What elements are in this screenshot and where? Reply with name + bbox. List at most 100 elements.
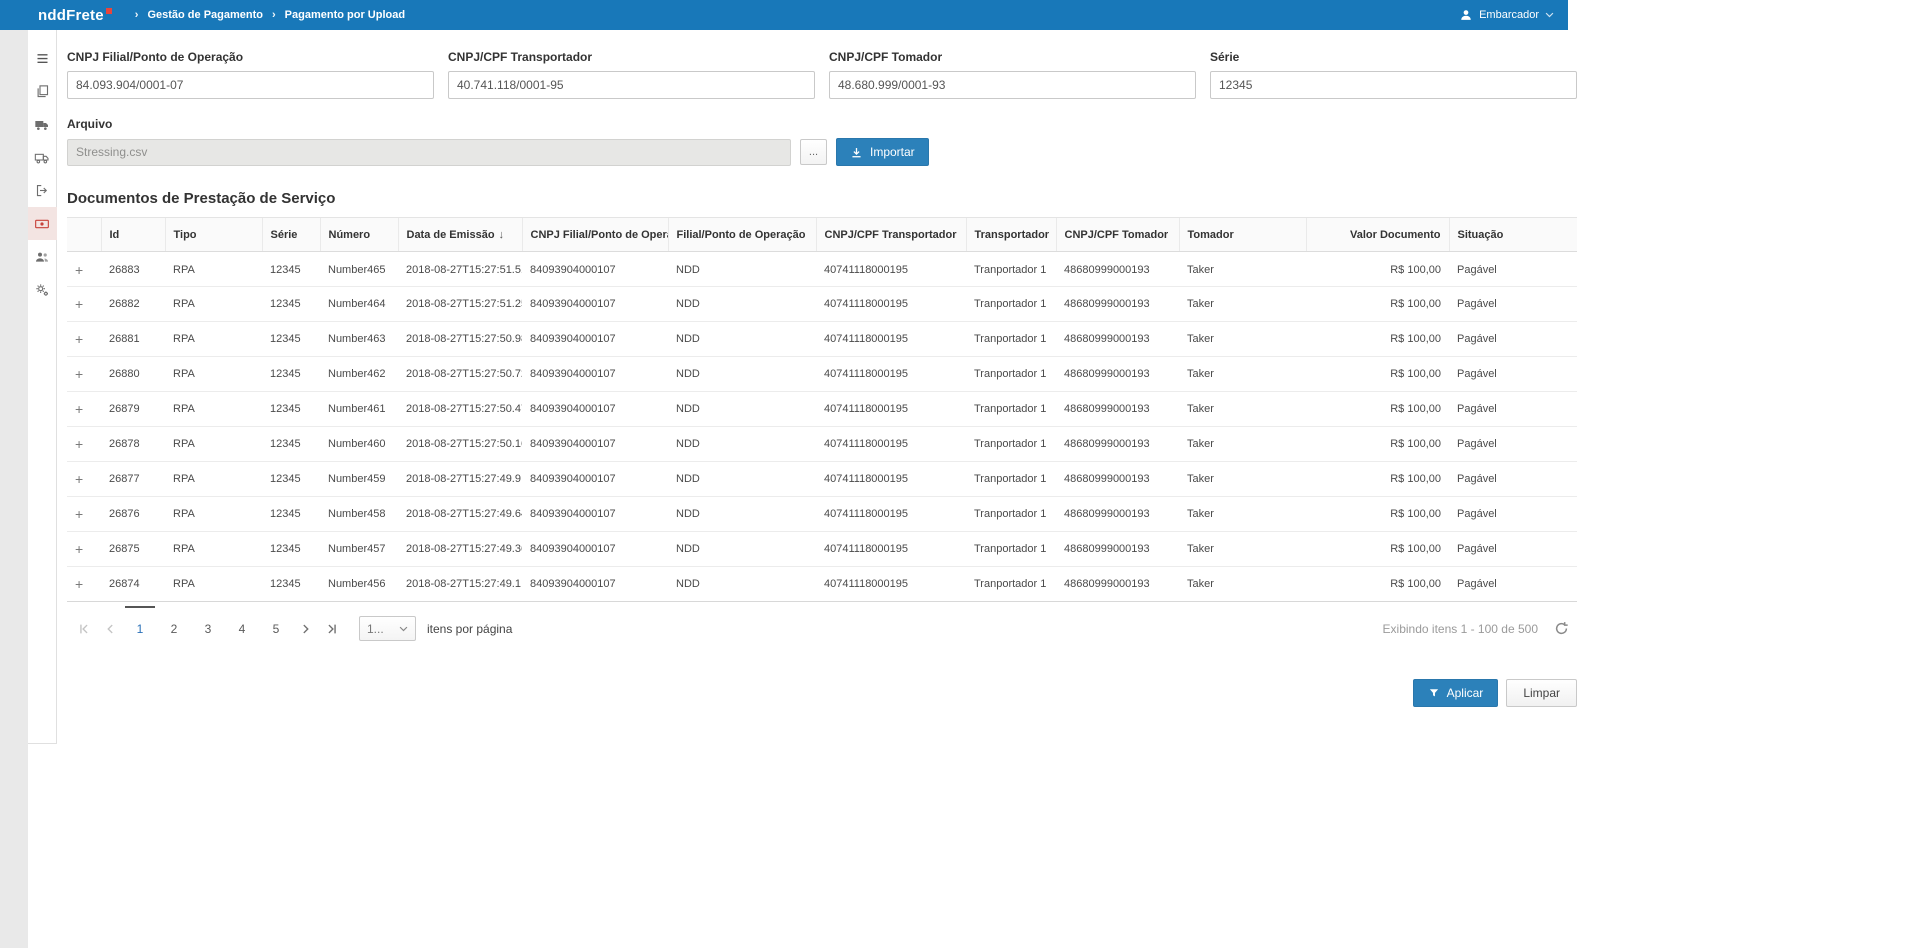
cell-tomador: Taker bbox=[1179, 322, 1306, 357]
page-button-5[interactable]: 5 bbox=[263, 618, 289, 640]
cell-cnpjTransportador: 40741118000195 bbox=[816, 427, 966, 462]
column-header[interactable]: Transportador bbox=[966, 218, 1056, 252]
cell-emissao: 2018-08-27T15:27:49.36 bbox=[398, 532, 522, 567]
refresh-button[interactable] bbox=[1554, 621, 1569, 636]
pager-next-button[interactable] bbox=[293, 618, 319, 640]
column-header[interactable]: CNPJ/CPF Tomador bbox=[1056, 218, 1179, 252]
cell-cnpjTransportador: 40741118000195 bbox=[816, 252, 966, 287]
page-button-4[interactable]: 4 bbox=[229, 618, 255, 640]
cell-transportador: Tranportador 1 bbox=[966, 287, 1056, 322]
page-button-2[interactable]: 2 bbox=[161, 618, 187, 640]
cnpj-filial-input[interactable] bbox=[67, 71, 434, 99]
expand-row-button[interactable]: + bbox=[75, 331, 83, 347]
page-size-value: 1... bbox=[367, 622, 384, 636]
filter-fields: CNPJ Filial/Ponto de Operação CNPJ/CPF T… bbox=[67, 50, 1577, 99]
expand-row-button[interactable]: + bbox=[75, 541, 83, 557]
cell-emissao: 2018-08-27T15:27:51.517 bbox=[398, 252, 522, 287]
expand-row-button[interactable]: + bbox=[75, 262, 83, 278]
column-header[interactable]: Tipo bbox=[165, 218, 262, 252]
cell-valor: R$ 100,00 bbox=[1306, 427, 1449, 462]
cnpj-transportador-label: CNPJ/CPF Transportador bbox=[448, 50, 815, 64]
page-size-select[interactable]: 1... bbox=[359, 616, 416, 641]
expand-row-button[interactable]: + bbox=[75, 576, 83, 592]
chevron-left-icon bbox=[103, 622, 117, 636]
pager-status: Exibindo itens 1 - 100 de 500 bbox=[1383, 622, 1538, 636]
cell-cnpjTomador: 48680999000193 bbox=[1056, 392, 1179, 427]
pager-last-button[interactable] bbox=[319, 618, 345, 640]
cell-tomador: Taker bbox=[1179, 532, 1306, 567]
page-button-3[interactable]: 3 bbox=[195, 618, 221, 640]
cell-tomador: Taker bbox=[1179, 497, 1306, 532]
sidebar-item-truck[interactable] bbox=[28, 108, 57, 141]
pager-prev-button[interactable] bbox=[97, 618, 123, 640]
sidebar-item-signout[interactable] bbox=[28, 174, 57, 207]
cell-valor: R$ 100,00 bbox=[1306, 252, 1449, 287]
documents-icon bbox=[35, 84, 50, 99]
breadcrumb-item-gestao[interactable]: Gestão de Pagamento bbox=[126, 9, 263, 21]
column-header[interactable]: Tomador bbox=[1179, 218, 1306, 252]
expand-row-button[interactable]: + bbox=[75, 471, 83, 487]
arquivo-label: Arquivo bbox=[67, 117, 1577, 131]
sidebar-item-delivery[interactable] bbox=[28, 141, 57, 174]
cell-tomador: Taker bbox=[1179, 392, 1306, 427]
sidebar-item-users[interactable] bbox=[28, 240, 57, 273]
cell-tipo: RPA bbox=[165, 252, 262, 287]
cell-numero: Number460 bbox=[320, 427, 398, 462]
cell-numero: Number464 bbox=[320, 287, 398, 322]
cell-emissao: 2018-08-27T15:27:50.983 bbox=[398, 322, 522, 357]
cnpj-transportador-input[interactable] bbox=[448, 71, 815, 99]
clear-button[interactable]: Limpar bbox=[1506, 679, 1577, 707]
cnpj-tomador-input[interactable] bbox=[829, 71, 1196, 99]
app-logo[interactable]: nddFrete bbox=[38, 7, 112, 24]
sidebar-item-settings[interactable] bbox=[28, 273, 57, 306]
pager-first-button[interactable] bbox=[71, 618, 97, 640]
cell-valor: R$ 100,00 bbox=[1306, 322, 1449, 357]
column-header[interactable]: Valor Documento bbox=[1306, 218, 1449, 252]
arquivo-input[interactable] bbox=[67, 139, 791, 166]
serie-input[interactable] bbox=[1210, 71, 1577, 99]
column-header[interactable]: Id bbox=[101, 218, 165, 252]
cell-tomador: Taker bbox=[1179, 567, 1306, 602]
expand-row-button[interactable]: + bbox=[75, 436, 83, 452]
cell-cnpjFilial: 84093904000107 bbox=[522, 252, 668, 287]
expand-row-button[interactable]: + bbox=[75, 296, 83, 312]
column-header[interactable]: Data de Emissão↓ bbox=[398, 218, 522, 252]
cell-cnpjTomador: 48680999000193 bbox=[1056, 462, 1179, 497]
cell-emissao: 2018-08-27T15:27:50.477 bbox=[398, 392, 522, 427]
column-header[interactable]: Filial/Ponto de Operação bbox=[668, 218, 816, 252]
cell-id: 26883 bbox=[101, 252, 165, 287]
sidebar-item-payments[interactable] bbox=[28, 207, 57, 240]
cell-situacao: Pagável bbox=[1449, 357, 1577, 392]
cell-serie: 12345 bbox=[262, 322, 320, 357]
cell-transportador: Tranportador 1 bbox=[966, 392, 1056, 427]
column-header[interactable]: CNPJ/CPF Transportador bbox=[816, 218, 966, 252]
cell-tipo: RPA bbox=[165, 287, 262, 322]
column-header[interactable]: CNPJ Filial/Ponto de Operaç... bbox=[522, 218, 668, 252]
column-header[interactable]: Número bbox=[320, 218, 398, 252]
expand-row-button[interactable]: + bbox=[75, 506, 83, 522]
cell-valor: R$ 100,00 bbox=[1306, 357, 1449, 392]
expand-row-button[interactable]: + bbox=[75, 401, 83, 417]
import-button[interactable]: Importar bbox=[836, 138, 929, 166]
cell-emissao: 2018-08-27T15:27:50.727 bbox=[398, 357, 522, 392]
user-menu[interactable]: Embarcador bbox=[1459, 8, 1558, 22]
cell-cnpjFilial: 84093904000107 bbox=[522, 497, 668, 532]
expand-row-button[interactable]: + bbox=[75, 366, 83, 382]
sidebar-item-documents[interactable] bbox=[28, 75, 57, 108]
column-header[interactable]: Situação bbox=[1449, 218, 1577, 252]
cell-filial: NDD bbox=[668, 532, 816, 567]
sort-desc-icon: ↓ bbox=[499, 229, 505, 241]
column-header[interactable]: Série bbox=[262, 218, 320, 252]
page-button-1[interactable]: 1 bbox=[127, 618, 153, 640]
cell-cnpjTransportador: 40741118000195 bbox=[816, 532, 966, 567]
cell-serie: 12345 bbox=[262, 252, 320, 287]
cell-cnpjTransportador: 40741118000195 bbox=[816, 567, 966, 602]
apply-button[interactable]: Aplicar bbox=[1413, 679, 1499, 707]
cell-filial: NDD bbox=[668, 567, 816, 602]
sidebar-menu-toggle[interactable] bbox=[28, 42, 57, 75]
cell-tomador: Taker bbox=[1179, 357, 1306, 392]
cell-emissao: 2018-08-27T15:27:49.9 bbox=[398, 462, 522, 497]
import-button-label: Importar bbox=[870, 145, 915, 159]
browse-file-button[interactable]: ... bbox=[800, 139, 827, 165]
cell-serie: 12345 bbox=[262, 357, 320, 392]
